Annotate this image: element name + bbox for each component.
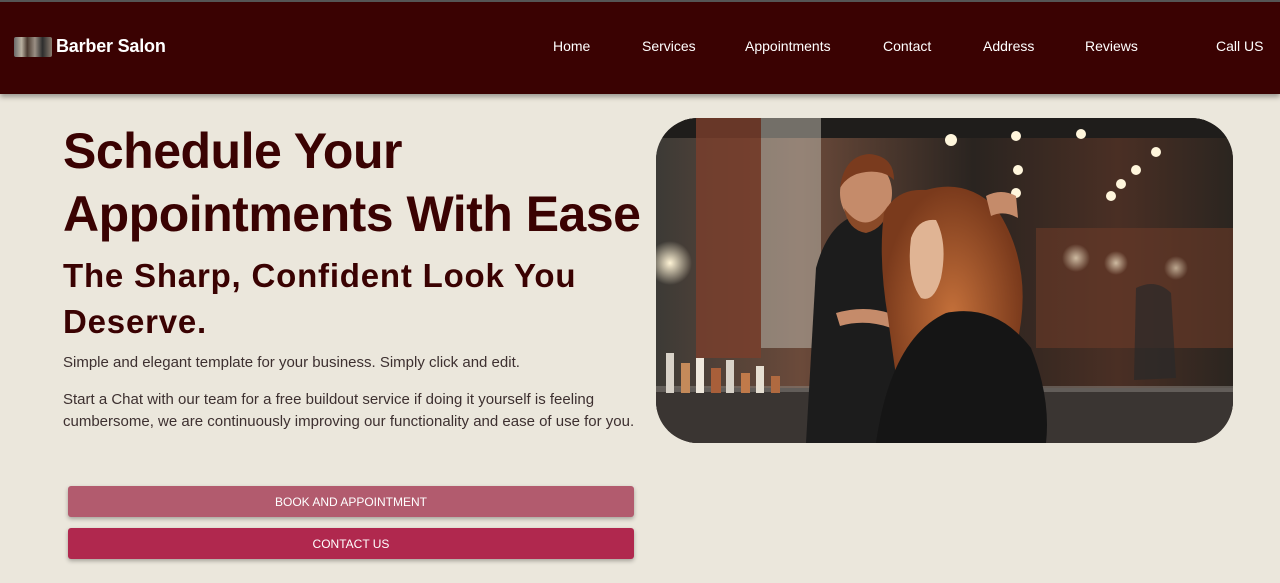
nav-link-reviews[interactable]: Reviews <box>1085 38 1138 54</box>
nav-link-address[interactable]: Address <box>983 38 1034 54</box>
hero-subtitle: The Sharp, Confident Look You Deserve. <box>63 257 577 340</box>
book-appointment-button[interactable]: BOOK AND APPOINTMENT <box>68 486 634 517</box>
top-navbar: Barber Salon Home Services Appointments … <box>0 0 1280 94</box>
hero-image-salon-stylist <box>656 118 1233 443</box>
nav-link-call-us[interactable]: Call US <box>1216 38 1263 54</box>
nav-link-contact[interactable]: Contact <box>883 38 931 54</box>
nav-link-services[interactable]: Services <box>642 38 696 54</box>
hero-paragraph-intro: Simple and elegant template for your bus… <box>63 354 520 371</box>
hero-title: Schedule Your Appointments With Ease <box>63 123 641 242</box>
contact-us-button[interactable]: CONTACT US <box>68 528 634 559</box>
nav-link-home[interactable]: Home <box>553 38 590 54</box>
brand[interactable]: Barber Salon <box>14 36 166 57</box>
brand-name: Barber Salon <box>56 36 166 56</box>
nav-link-appointments[interactable]: Appointments <box>745 38 831 54</box>
logo-image <box>14 36 52 57</box>
hero-paragraph-chat: Start a Chat with our team for a free bu… <box>63 391 635 430</box>
